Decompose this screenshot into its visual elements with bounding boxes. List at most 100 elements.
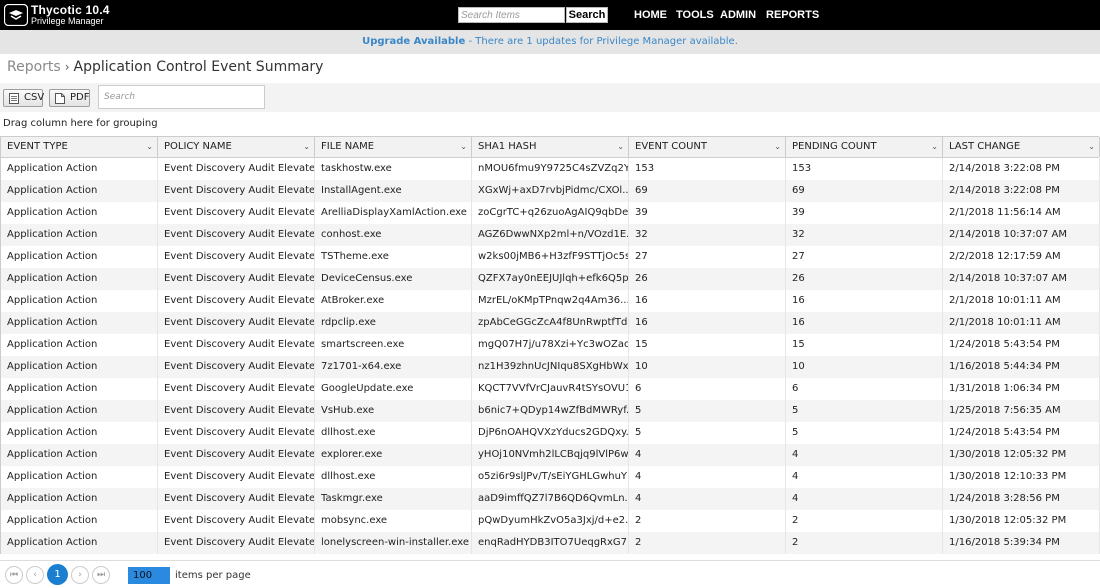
table-row[interactable]: Application Action Event Discovery Audit… <box>1 180 1100 202</box>
chevron-down-icon[interactable]: ⌄ <box>146 137 153 157</box>
breadcrumb: Reports › Application Control Event Summar… <box>7 59 323 75</box>
top-search-input[interactable] <box>458 7 565 23</box>
cell-last-change: 1/25/2018 7:56:35 AM <box>943 400 1100 422</box>
cell-file-name: VsHub.exe <box>315 400 472 422</box>
next-page-icon[interactable]: › <box>71 566 89 584</box>
chevron-down-icon[interactable]: ⌄ <box>774 137 781 157</box>
cell-sha1-hash: KQCT7VVfVrCJauvR4tSYsOVU1... <box>472 378 629 400</box>
table-row[interactable]: Application Action Event Discovery Audit… <box>1 246 1100 268</box>
cell-last-change: 1/30/2018 12:10:33 PM <box>943 466 1100 488</box>
column-header-pending-count[interactable]: PENDING COUNT ⌄ <box>786 137 943 157</box>
table-row[interactable]: Application Action Event Discovery Audit… <box>1 202 1100 224</box>
table-row[interactable]: Application Action Event Discovery Audit… <box>1 532 1100 554</box>
cell-last-change: 2/14/2018 10:37:07 AM <box>943 224 1100 246</box>
export-csv-button[interactable]: CSV <box>3 89 45 107</box>
top-search-button[interactable]: Search <box>566 7 608 23</box>
last-page-icon[interactable]: ⏭ <box>92 566 110 584</box>
table-row[interactable]: Application Action Event Discovery Audit… <box>1 466 1100 488</box>
export-pdf-button[interactable]: PDF <box>49 89 90 107</box>
cell-last-change: 2/1/2018 10:01:11 AM <box>943 312 1100 334</box>
nav-admin[interactable]: ADMIN <box>720 9 756 21</box>
column-header-label: SHA1 HASH <box>478 141 537 152</box>
breadcrumb-reports-link[interactable]: Reports <box>7 59 61 75</box>
cell-event-count: 4 <box>629 488 786 510</box>
cell-event-type: Application Action <box>1 510 158 532</box>
current-page-button[interactable]: 1 <box>47 564 68 585</box>
column-header-sha1-hash[interactable]: SHA1 HASH ⌄ <box>472 137 629 157</box>
cell-sha1-hash: AGZ6DwwNXp2ml+n/VOzd1E... <box>472 224 629 246</box>
cell-pending-count: 10 <box>786 356 943 378</box>
cell-policy-name: Event Discovery Audit Elevate... <box>158 290 315 312</box>
chevron-down-icon[interactable]: ⌄ <box>1088 137 1095 157</box>
cell-sha1-hash: pQwDyumHkZvO5a3Jxj/d+e2... <box>472 510 629 532</box>
cell-policy-name: Event Discovery Audit Elevate... <box>158 202 315 224</box>
cell-event-count: 153 <box>629 158 786 180</box>
export-pdf-label: PDF <box>70 92 90 103</box>
upgrade-banner-text: - There are 1 updates for Privilege Mana… <box>465 36 738 47</box>
cell-policy-name: Event Discovery Audit Elevate... <box>158 532 315 554</box>
nav-reports[interactable]: REPORTS <box>766 9 819 21</box>
cell-sha1-hash: o5zi6r9slJPv/T/sEiYGHLGwhuY= <box>472 466 629 488</box>
cell-event-count: 4 <box>629 466 786 488</box>
table-row[interactable]: Application Action Event Discovery Audit… <box>1 378 1100 400</box>
cell-sha1-hash: zoCgrTC+q26zuoAgAIQ9qbDe... <box>472 202 629 224</box>
table-row[interactable]: Application Action Event Discovery Audit… <box>1 400 1100 422</box>
table-row[interactable]: Application Action Event Discovery Audit… <box>1 356 1100 378</box>
cell-pending-count: 27 <box>786 246 943 268</box>
column-header-event-type[interactable]: EVENT TYPE ⌄ <box>1 137 158 157</box>
table-row[interactable]: Application Action Event Discovery Audit… <box>1 158 1100 180</box>
table-row[interactable]: Application Action Event Discovery Audit… <box>1 224 1100 246</box>
cell-event-type: Application Action <box>1 356 158 378</box>
first-page-icon[interactable]: ⏮ <box>5 566 23 584</box>
cell-sha1-hash: w2ks00jMB6+H3zfF9STTjOc5s... <box>472 246 629 268</box>
chevron-down-icon[interactable]: ⌄ <box>617 137 624 157</box>
cell-file-name: taskhostw.exe <box>315 158 472 180</box>
table-row[interactable]: Application Action Event Discovery Audit… <box>1 268 1100 290</box>
table-row[interactable]: Application Action Event Discovery Audit… <box>1 510 1100 532</box>
cell-pending-count: 16 <box>786 290 943 312</box>
column-header-event-count[interactable]: EVENT COUNT ⌄ <box>629 137 786 157</box>
cell-event-type: Application Action <box>1 444 158 466</box>
table-row[interactable]: Application Action Event Discovery Audit… <box>1 488 1100 510</box>
cell-policy-name: Event Discovery Audit Elevate... <box>158 180 315 202</box>
chevron-down-icon[interactable]: ⌄ <box>460 137 467 157</box>
cell-policy-name: Event Discovery Audit Elevate... <box>158 400 315 422</box>
column-header-policy-name[interactable]: POLICY NAME ⌄ <box>158 137 315 157</box>
cell-last-change: 2/14/2018 10:37:07 AM <box>943 268 1100 290</box>
brand-title: Thycotic 10.4 <box>31 3 110 17</box>
chevron-down-icon[interactable]: ⌄ <box>931 137 938 157</box>
cell-event-type: Application Action <box>1 290 158 312</box>
table-row[interactable]: Application Action Event Discovery Audit… <box>1 422 1100 444</box>
prev-page-icon[interactable]: ‹ <box>26 566 44 584</box>
nav-tools[interactable]: TOOLS <box>676 9 714 21</box>
chevron-down-icon[interactable]: ⌄ <box>303 137 310 157</box>
upgrade-banner[interactable]: Upgrade Available - There are 1 updates … <box>0 30 1100 54</box>
table-row[interactable]: Application Action Event Discovery Audit… <box>1 290 1100 312</box>
column-header-file-name[interactable]: FILE NAME ⌄ <box>315 137 472 157</box>
nav-home[interactable]: HOME <box>634 9 667 21</box>
cell-file-name: mobsync.exe <box>315 510 472 532</box>
cell-event-count: 15 <box>629 334 786 356</box>
table-row[interactable]: Application Action Event Discovery Audit… <box>1 444 1100 466</box>
cell-sha1-hash: MzrEL/oKMpTPnqw2q4Am36... <box>472 290 629 312</box>
export-csv-label: CSV <box>24 92 45 103</box>
cell-event-count: 5 <box>629 422 786 444</box>
cell-pending-count: 32 <box>786 224 943 246</box>
cell-event-type: Application Action <box>1 400 158 422</box>
table-row[interactable]: Application Action Event Discovery Audit… <box>1 312 1100 334</box>
table-row[interactable]: Application Action Event Discovery Audit… <box>1 334 1100 356</box>
cell-event-count: 2 <box>629 532 786 554</box>
cell-event-type: Application Action <box>1 224 158 246</box>
column-header-last-change[interactable]: LAST CHANGE ⌄ <box>943 137 1100 157</box>
upgrade-banner-title[interactable]: Upgrade Available <box>362 36 465 47</box>
group-drop-zone[interactable]: Drag column here for grouping <box>3 118 158 129</box>
thycotic-logo-icon[interactable] <box>4 4 28 26</box>
cell-event-type: Application Action <box>1 334 158 356</box>
grid-pager: ⏮ ‹ 1 › ⏭ 100 items per page <box>0 560 1100 588</box>
page-title: Application Control Event Summary <box>73 59 324 75</box>
grid-search-input[interactable] <box>98 85 265 109</box>
cell-file-name: TSTheme.exe <box>315 246 472 268</box>
cell-file-name: dllhost.exe <box>315 422 472 444</box>
page-size-select[interactable]: 100 <box>128 567 170 584</box>
cell-file-name: 7z1701-x64.exe <box>315 356 472 378</box>
